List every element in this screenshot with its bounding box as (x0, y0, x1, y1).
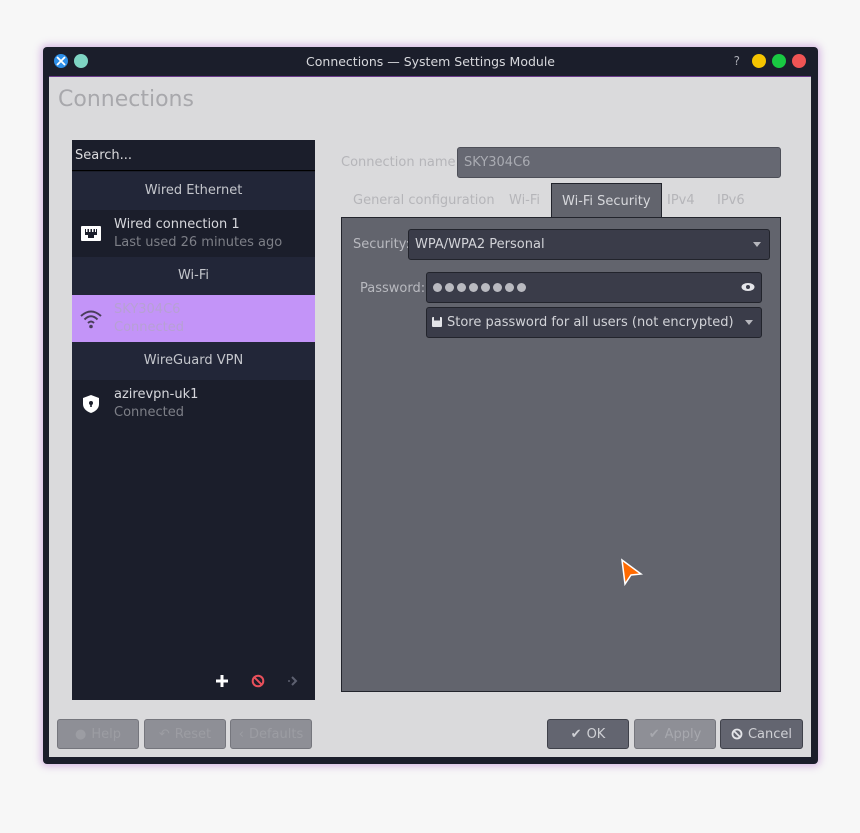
password-mask (433, 283, 526, 292)
password-dot (493, 283, 502, 292)
password-dot (457, 283, 466, 292)
undo-icon: ↶ (158, 726, 170, 742)
connection-status: Connected (114, 405, 185, 420)
password-dot (481, 283, 490, 292)
cancel-icon (731, 728, 743, 740)
security-label: Security: (353, 237, 410, 252)
tab-wifi[interactable]: Wi-Fi (509, 183, 540, 219)
chevron-down-icon (753, 242, 761, 247)
shield-icon (83, 395, 99, 413)
group-header-wired: Wired Ethernet (72, 172, 315, 210)
connection-list: Search... Wired Ethernet Wired connectio… (72, 140, 315, 700)
apply-button-label: Apply (664, 726, 702, 742)
defaults-button[interactable]: ‹ Defaults (230, 719, 312, 749)
minimize-button[interactable] (752, 54, 766, 68)
settings-window: Connections — System Settings Module ? C… (43, 47, 818, 764)
password-field[interactable] (426, 272, 762, 303)
ok-button-label: OK (586, 726, 606, 742)
password-dot (505, 283, 514, 292)
show-password-icon[interactable] (741, 282, 755, 292)
save-disk-icon (432, 317, 442, 327)
check-icon: ✔ (570, 726, 582, 742)
check-icon: ✔ (648, 726, 660, 742)
help-button[interactable]: ● Help (57, 719, 139, 749)
add-icon[interactable] (215, 674, 229, 688)
help-circle-icon: ● (75, 726, 87, 742)
maximize-button[interactable] (772, 54, 786, 68)
wifi-icon (80, 310, 102, 329)
connection-name-label: Connection name: (341, 155, 460, 170)
password-dot (433, 283, 442, 292)
tab-general[interactable]: General configuration (353, 183, 495, 219)
tab-ipv4[interactable]: IPv4 (667, 183, 695, 219)
remove-icon[interactable] (251, 674, 265, 688)
search-input[interactable]: Search... (72, 140, 315, 171)
wifi-security-panel: Security: WPA/WPA2 Personal Password: St… (341, 217, 781, 692)
help-button-label: Help (91, 726, 121, 742)
group-header-vpn: WireGuard VPN (72, 342, 315, 380)
connection-item-wifi[interactable]: SKY304C6 Connected (72, 295, 315, 342)
cancel-button-label: Cancel (747, 726, 793, 742)
connection-status: Last used 26 minutes ago (114, 235, 283, 250)
page-title: Connections (58, 87, 194, 112)
connection-name: azirevpn-uk1 (114, 387, 199, 402)
cancel-button[interactable]: Cancel (720, 719, 803, 749)
chevron-down-icon (745, 320, 753, 325)
connection-status: Connected (114, 320, 185, 335)
password-dot (469, 283, 478, 292)
ok-button[interactable]: ✔ OK (547, 719, 629, 749)
reset-button-label: Reset (174, 726, 212, 742)
password-label: Password: (360, 281, 426, 296)
client-area: Connections Search... Wired Ethernet Wir… (49, 76, 811, 757)
help-icon[interactable]: ? (734, 54, 740, 68)
password-dot (445, 283, 454, 292)
connection-name: Wired connection 1 (114, 217, 240, 232)
title-bar[interactable]: Connections — System Settings Module ? (43, 47, 818, 76)
ethernet-icon (81, 226, 101, 241)
reset-button[interactable]: ↶ Reset (144, 719, 226, 749)
close-button[interactable] (792, 54, 806, 68)
window-title: Connections — System Settings Module (306, 54, 555, 69)
chevron-left-icon: ‹ (238, 726, 244, 742)
tab-wifi-security[interactable]: Wi-Fi Security (551, 183, 662, 219)
password-dot (517, 283, 526, 292)
group-header-wifi: Wi-Fi (72, 257, 315, 295)
connection-item-wired[interactable]: Wired connection 1 Last used 26 minutes … (72, 210, 315, 257)
password-storage-select[interactable]: Store password for all users (not encryp… (426, 307, 762, 338)
connection-name-field[interactable]: SKY304C6 (457, 147, 781, 178)
security-value: WPA/WPA2 Personal (415, 237, 545, 252)
password-storage-value: Store password for all users (not encryp… (447, 315, 734, 330)
connection-name: SKY304C6 (114, 302, 181, 317)
apply-button[interactable]: ✔ Apply (634, 719, 716, 749)
mouse-cursor-icon (621, 558, 644, 587)
connection-item-vpn[interactable]: azirevpn-uk1 Connected (72, 380, 315, 427)
tab-ipv6[interactable]: IPv6 (717, 183, 745, 219)
export-icon[interactable] (287, 674, 301, 688)
security-select[interactable]: WPA/WPA2 Personal (408, 229, 770, 260)
defaults-button-label: Defaults (248, 726, 304, 742)
